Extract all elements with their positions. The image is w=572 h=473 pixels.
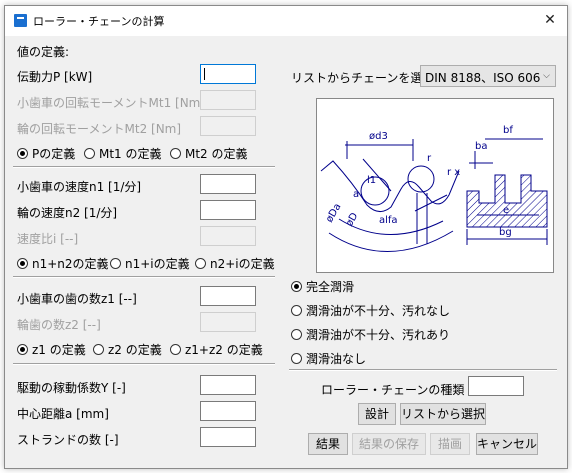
diagram-label-d: øD: [344, 211, 361, 229]
service-factor-input[interactable]: [200, 375, 256, 395]
separator: [13, 166, 275, 168]
chain-diagram: ød3 l1 a r r x øDa øD alfa ba bf e bg: [316, 98, 554, 273]
ratio-input[interactable]: [200, 226, 256, 246]
n1-label: 小歯車の速度n1 [1/分]: [17, 180, 142, 194]
diagram-label-ba: ba: [475, 141, 487, 152]
radio-define-p[interactable]: Pの定義: [17, 145, 75, 162]
chevron-down-icon: ⌵: [543, 71, 550, 81]
power-label: 伝動力P [kW]: [17, 70, 93, 84]
chain-type-input[interactable]: [468, 376, 524, 396]
radio-full-lubrication[interactable]: 完全潤滑: [291, 278, 354, 295]
list-select-label: リストからチェーンを選択: [291, 71, 435, 85]
n1-input[interactable]: [200, 174, 256, 194]
save-result-button[interactable]: 結果の保存: [352, 433, 426, 455]
diagram-label-da: øDa: [324, 202, 344, 225]
ratio-label: 速度比i [--]: [17, 232, 79, 246]
radio-insufficient-clean[interactable]: 潤滑油が不十分、汚れなし: [291, 302, 450, 319]
result-button[interactable]: 結果: [308, 433, 348, 455]
diagram-label-l1: l1: [367, 175, 376, 186]
strands-input[interactable]: [200, 427, 256, 447]
n2-input[interactable]: [200, 200, 256, 220]
cancel-button[interactable]: キャンセル: [476, 433, 538, 455]
radio-n1-i[interactable]: n1+iの定義: [110, 255, 190, 272]
diagram-label-r: r: [427, 153, 432, 164]
select-from-list-button[interactable]: リストから選択: [400, 403, 486, 425]
diagram-label-rx: r x: [447, 167, 460, 178]
chain-type-label: ローラー・チェーンの種類 [--]: [321, 383, 487, 397]
section-title: 値の定義:: [17, 45, 70, 59]
title-bar: ローラー・チェーンの計算 ✕: [5, 6, 567, 36]
design-button[interactable]: 設計: [358, 403, 396, 425]
service-factor-label: 駆動の稼動係数Y [-]: [17, 381, 126, 395]
chain-standard-select[interactable]: DIN 8188、ISO 606 ⌵: [420, 65, 556, 87]
close-icon[interactable]: ✕: [540, 10, 560, 30]
diagram-label-bf: bf: [503, 125, 513, 136]
radio-n1-n2[interactable]: n1+n2の定義: [17, 255, 109, 272]
separator: [13, 363, 275, 365]
mt1-label: 小歯車の回転モーメントMt1 [Nm]: [17, 96, 206, 110]
z1-label: 小歯車の歯の数z1 [--]: [17, 292, 137, 306]
radio-n2-i[interactable]: n2+iの定義: [195, 255, 275, 272]
radio-no-lubrication[interactable]: 潤滑油なし: [291, 350, 366, 367]
mt1-input[interactable]: [200, 90, 256, 110]
separator: [13, 276, 275, 278]
power-input[interactable]: [200, 64, 256, 84]
radio-define-z2[interactable]: z2 の定義: [93, 341, 162, 358]
radio-insufficient-dirty[interactable]: 潤滑油が不十分、汚れあり: [291, 326, 450, 343]
diagram-label-bg: bg: [499, 227, 512, 238]
diagram-label-a: a: [353, 189, 359, 200]
radio-define-mt1[interactable]: Mt1 の定義: [84, 145, 162, 162]
center-distance-label: 中心距離a [mm]: [17, 407, 109, 421]
diagram-label-d3: ød3: [369, 131, 388, 142]
app-icon: [14, 14, 27, 27]
z2-input[interactable]: [200, 312, 256, 332]
z1-input[interactable]: [200, 286, 256, 306]
strands-label: ストランドの数 [-]: [17, 433, 119, 447]
center-distance-input[interactable]: [200, 401, 256, 421]
window-title: ローラー・チェーンの計算: [33, 15, 165, 28]
diagram-label-alfa: alfa: [379, 215, 398, 226]
mt2-input[interactable]: [200, 116, 256, 136]
diagram-label-e: e: [503, 205, 509, 216]
radio-define-z1[interactable]: z1 の定義: [17, 341, 86, 358]
dialog-window: ローラー・チェーンの計算 ✕ 値の定義: 伝動力P [kW] 小歯車の回転モーメ…: [4, 5, 568, 469]
radio-define-z1-z2[interactable]: z1+z2 の定義: [170, 341, 263, 358]
draw-button[interactable]: 描画: [430, 433, 470, 455]
mt2-label: 輪の回転モーメントMt2 [Nm]: [17, 122, 182, 136]
n2-label: 輪の速度n2 [1/分]: [17, 206, 118, 220]
separator: [289, 369, 557, 371]
radio-define-mt2[interactable]: Mt2 の定義: [170, 145, 248, 162]
z2-label: 輪歯の数z2 [--]: [17, 318, 101, 332]
